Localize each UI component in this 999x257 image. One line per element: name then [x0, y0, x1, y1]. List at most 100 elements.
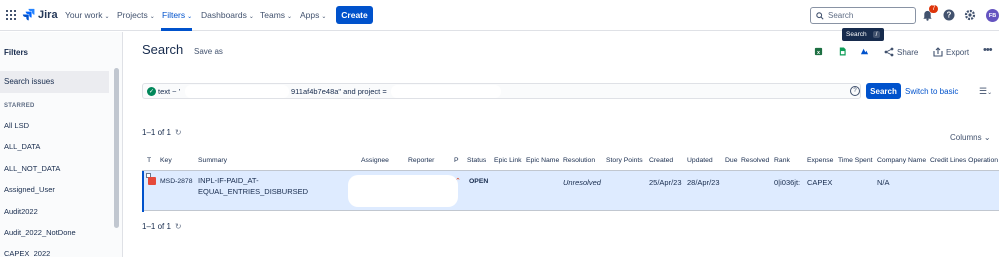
redacted-assignee — [348, 175, 458, 207]
share-icon — [884, 47, 894, 57]
column-header[interactable]: Company Name — [877, 157, 926, 164]
list-view-icon[interactable]: ☰⌄ — [979, 86, 992, 97]
sidebar-filter-item[interactable]: ALL_DATA — [4, 142, 40, 151]
expense-value: CAPEX — [807, 178, 833, 187]
column-header[interactable]: Reporter — [408, 157, 434, 164]
nav-teams[interactable]: Teams ⌄ — [260, 10, 292, 20]
global-search-input[interactable]: Search — [810, 7, 916, 24]
nav-filters[interactable]: Filters ⌄ — [162, 10, 192, 20]
active-nav-indicator — [161, 28, 192, 31]
created-date: 25/Apr/23 — [649, 178, 682, 187]
export-button[interactable]: Export — [933, 47, 969, 57]
column-header[interactable]: Story Points — [606, 157, 643, 164]
switch-to-basic-link[interactable]: Switch to basic — [905, 87, 958, 96]
google-sheets-icon[interactable] — [838, 47, 847, 56]
valid-query-check-icon: ✓ — [147, 87, 156, 96]
table-row[interactable]: MSD-2878 INPL-IF-PAID_AT- EQUAL_ENTRIES_… — [142, 170, 999, 212]
chevron-down-icon: ⌄ — [248, 14, 254, 20]
starred-heading: STARRED — [4, 103, 35, 109]
issue-summary-line[interactable]: EQUAL_ENTRIES_DISBURSED — [198, 187, 308, 196]
app-switcher-icon[interactable] — [6, 10, 16, 20]
chevron-down-icon: ⌄ — [287, 14, 293, 20]
result-count: 1–1 of 1 ↻ — [142, 128, 182, 137]
jql-query-input[interactable]: ✓ text ~ ' 911af4b7e48a" and project = ? — [142, 83, 861, 99]
help-icon[interactable]: ? — [850, 86, 860, 96]
excel-icon[interactable]: x — [814, 47, 823, 56]
nav-dashboards[interactable]: Dashboards ⌄ — [201, 10, 254, 20]
sidebar-title: Filters — [4, 48, 29, 57]
help-icon: ? — [943, 9, 955, 21]
chevron-down-icon: ⌄ — [983, 133, 991, 142]
sidebar-filter-item[interactable]: Assigned_User — [4, 185, 55, 194]
column-header[interactable]: Created — [649, 157, 673, 164]
redacted-text — [185, 85, 289, 98]
column-header[interactable]: Time Spent — [838, 157, 873, 164]
sidebar-item-label: Search issues — [4, 77, 55, 86]
integration-icon[interactable] — [860, 47, 869, 56]
user-avatar[interactable]: FB — [986, 9, 999, 22]
column-header[interactable]: P — [454, 157, 459, 164]
nav-your-work-label: Your work — [65, 10, 103, 20]
column-header[interactable]: Credit Lines Operation — [930, 157, 998, 164]
help-button[interactable]: ? — [942, 8, 956, 22]
column-header[interactable]: T — [147, 157, 151, 164]
jql-query-text-start: text ~ ' — [158, 87, 181, 96]
sidebar-filter-item[interactable]: Audit2022 — [4, 207, 38, 216]
search-placeholder: Search — [828, 11, 854, 20]
nav-projects[interactable]: Projects ⌄ — [117, 10, 155, 20]
column-header[interactable]: Assignee — [361, 157, 389, 164]
column-header[interactable]: Epic Link — [494, 157, 522, 164]
refresh-icon[interactable]: ↻ — [175, 128, 182, 137]
jira-logo-icon — [22, 8, 35, 21]
filters-sidebar: Filters Search issues STARRED All LSD AL… — [0, 32, 123, 257]
jql-query-text-end: 911af4b7e48a" and project = — [291, 87, 387, 96]
nav-your-work[interactable]: Your work ⌄ — [65, 10, 110, 20]
gear-icon — [964, 9, 976, 21]
sidebar-filter-item[interactable]: CAPEX_2022 — [4, 249, 50, 257]
sidebar-item-search-issues[interactable]: Search issues — [0, 71, 109, 93]
sidebar-filter-item[interactable]: ALL_NOT_DATA — [4, 164, 60, 173]
create-button[interactable]: Create — [336, 6, 373, 24]
sidebar-filter-item[interactable]: Audit_2022_NotDone — [4, 228, 76, 237]
status-lozenge[interactable]: OPEN — [469, 178, 488, 185]
sidebar-scrollbar[interactable] — [114, 68, 119, 228]
table-header: T Key Summary Assignee Reporter P Status… — [142, 157, 999, 169]
result-count-text: 1–1 of 1 — [142, 128, 171, 137]
settings-button[interactable] — [963, 8, 977, 22]
top-navigation: Jira Your work ⌄ Projects ⌄ Filters ⌄ Dashb… — [0, 0, 999, 41]
export-label: Export — [946, 47, 970, 57]
refresh-icon[interactable]: ↻ — [175, 222, 182, 231]
nav-apps[interactable]: Apps ⌄ — [300, 10, 326, 20]
column-header[interactable]: Status — [467, 157, 486, 164]
tooltip-text: Search — [846, 31, 867, 38]
result-count-bottom: 1–1 of 1 ↻ — [142, 222, 182, 231]
export-icon — [933, 47, 943, 57]
column-header[interactable]: Resolution — [563, 157, 595, 164]
jira-logo[interactable]: Jira — [22, 8, 58, 21]
issue-key-link[interactable]: MSD-2878 — [160, 178, 193, 185]
columns-button[interactable]: Columns ⌄ — [950, 133, 991, 142]
bug-issue-type-icon — [148, 177, 156, 185]
column-header[interactable]: Resolved — [741, 157, 769, 164]
result-count-text: 1–1 of 1 — [142, 222, 171, 231]
column-header[interactable]: Key — [160, 157, 172, 164]
issue-summary-line[interactable]: INPL-IF-PAID_AT- — [198, 176, 259, 185]
share-button[interactable]: Share — [884, 47, 918, 57]
svg-text:x: x — [817, 50, 820, 56]
column-header[interactable]: Due — [725, 157, 737, 164]
column-header[interactable]: Epic Name — [526, 157, 559, 164]
jira-logo-text: Jira — [38, 8, 58, 21]
save-as-button[interactable]: Save as — [194, 47, 223, 56]
nav-projects-label: Projects — [117, 10, 148, 20]
svg-text:?: ? — [947, 11, 952, 20]
page-title: Search — [142, 42, 184, 57]
search-button[interactable]: Search — [866, 83, 901, 99]
chevron-down-icon: ⌄ — [187, 14, 193, 20]
more-actions-icon[interactable]: ••• — [983, 44, 993, 56]
nav-dashboards-label: Dashboards — [201, 10, 247, 20]
column-header[interactable]: Updated — [687, 157, 713, 164]
sidebar-filter-item[interactable]: All LSD — [4, 121, 29, 130]
column-header[interactable]: Rank — [774, 157, 790, 164]
column-header[interactable]: Expense — [807, 157, 833, 164]
column-header[interactable]: Summary — [198, 157, 227, 164]
